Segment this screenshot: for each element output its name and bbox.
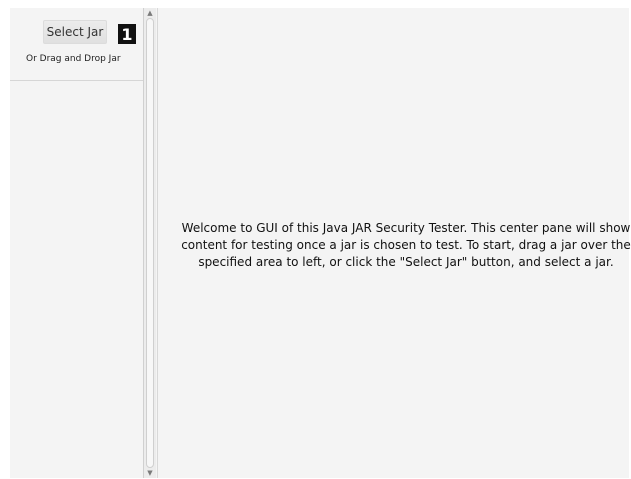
scroll-track[interactable] — [146, 18, 154, 468]
scroll-up-arrow-icon[interactable]: ▲ — [146, 9, 154, 17]
welcome-message: Welcome to GUI of this Java JAR Security… — [181, 221, 631, 269]
left-pane-scrollbar[interactable]: ▲ ▼ — [144, 8, 156, 478]
left-pane: Select Jar 1 Or Drag and Drop Jar — [10, 8, 144, 478]
center-pane: Welcome to GUI of this Java JAR Security… — [157, 8, 631, 478]
callout-badge: 1 — [118, 24, 136, 44]
scroll-down-arrow-icon[interactable]: ▼ — [146, 469, 154, 477]
app-window: Select Jar 1 Or Drag and Drop Jar ▲ ▼ We… — [10, 8, 631, 478]
select-jar-button[interactable]: Select Jar — [43, 20, 107, 44]
drag-drop-label: Or Drag and Drop Jar — [26, 54, 121, 64]
jar-drop-area[interactable]: Select Jar 1 Or Drag and Drop Jar — [10, 8, 143, 81]
